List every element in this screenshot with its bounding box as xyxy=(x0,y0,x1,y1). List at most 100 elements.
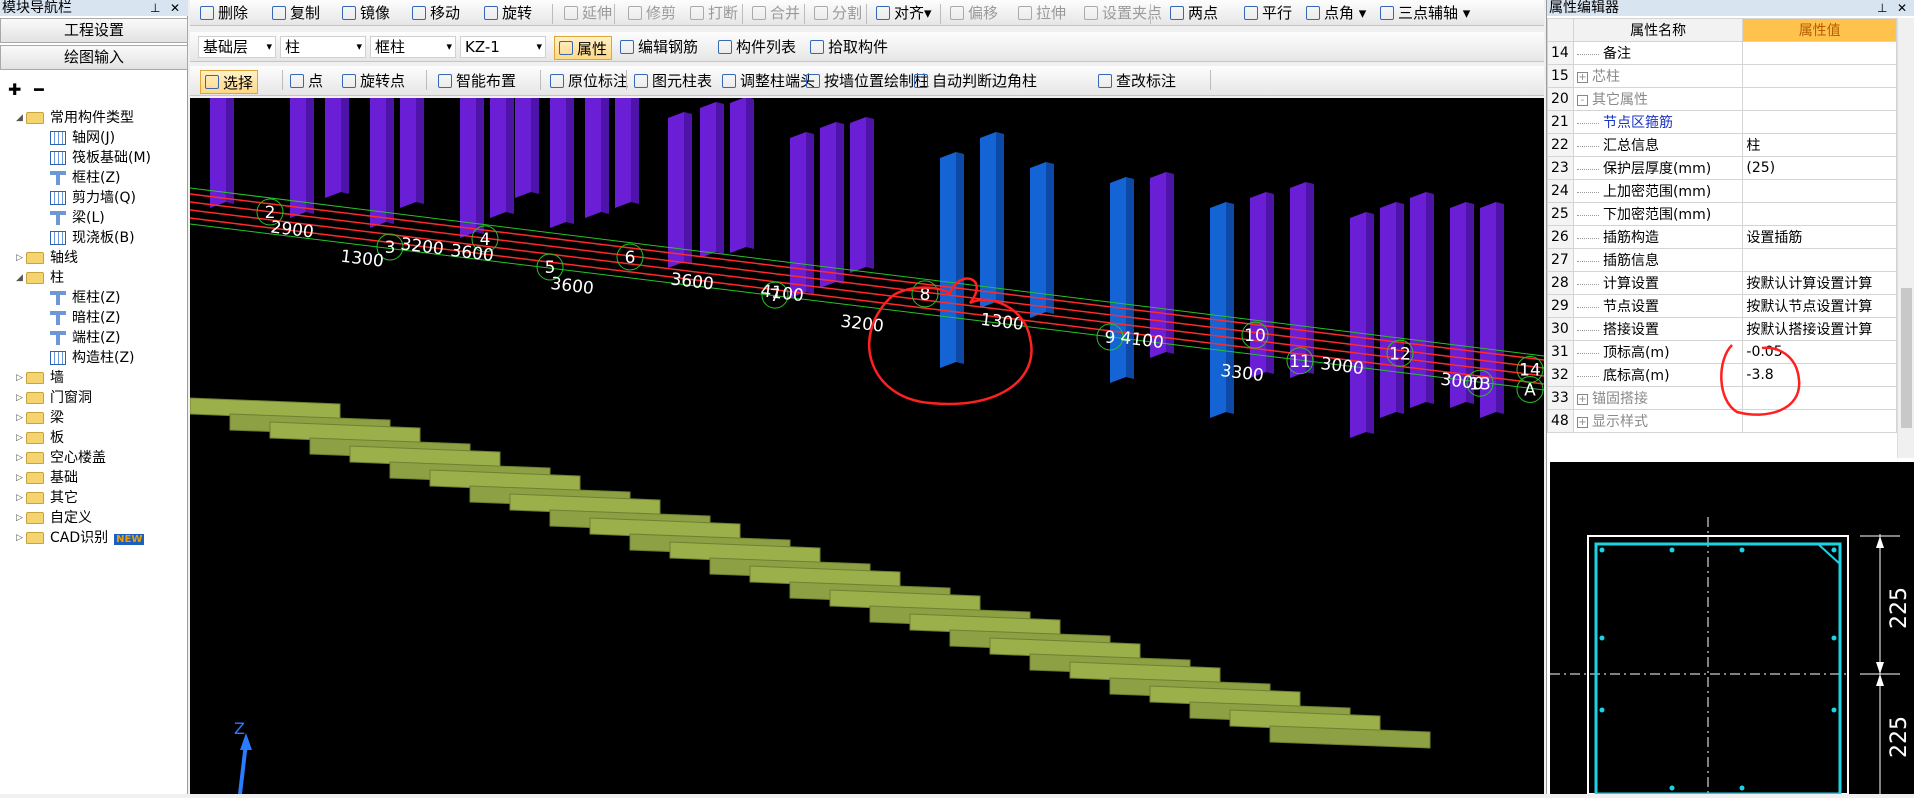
tree-item[interactable]: ▷ 门窗洞 xyxy=(16,388,92,408)
property-row[interactable]: 30 搭接设置 按默认搭接设置计算 xyxy=(1547,317,1897,341)
draw-tool-button[interactable]: 选择 xyxy=(200,70,259,94)
expand-arrow-icon[interactable]: ▷ xyxy=(16,388,26,408)
expand-icon[interactable]: + xyxy=(1576,416,1588,428)
draw-tool-button[interactable]: 原位标注 xyxy=(550,66,628,95)
pin-icon[interactable]: ⊥ xyxy=(1877,0,1887,16)
tree-item[interactable]: 暗柱(Z) xyxy=(40,308,121,328)
expand-arrow-icon[interactable]: ▷ xyxy=(16,528,26,548)
collapse-all-icon[interactable]: ━ xyxy=(34,80,44,99)
tree-item[interactable]: 现浇板(B) xyxy=(40,228,135,248)
property-row[interactable]: 28 计算设置 按默认计算设置计算 xyxy=(1547,271,1897,295)
tree-item[interactable]: 构造柱(Z) xyxy=(40,348,135,368)
expand-all-icon[interactable]: ✚ xyxy=(8,80,21,99)
tree-item[interactable]: 筏板基础(M) xyxy=(40,148,151,168)
close-icon[interactable]: ✕ xyxy=(1897,0,1907,16)
property-value[interactable]: 设置插筋 xyxy=(1742,225,1897,249)
property-scrollbar[interactable] xyxy=(1897,18,1914,458)
collapse-arrow-icon[interactable]: ◢ xyxy=(16,108,26,128)
draw-tool-button[interactable]: 点 xyxy=(290,66,323,95)
tree-item[interactable]: ▷ CAD识别 NEW xyxy=(16,528,145,548)
draw-tool-button[interactable]: 旋转点 xyxy=(342,66,405,95)
tree-item[interactable]: 梁(L) xyxy=(40,208,105,228)
toolbar-button[interactable]: 对齐▾ xyxy=(876,0,932,25)
tree-item[interactable]: 框柱(Z) xyxy=(40,168,121,188)
tree-item[interactable]: ▷ 空心楼盖 xyxy=(16,448,106,468)
3d-model-canvas[interactable]: 23 45 67 89 1011 121314A29001300 3200 36003600 3… xyxy=(190,98,1544,794)
toolbar-button[interactable]: 合并 xyxy=(752,0,800,25)
drawing-input-button[interactable]: 绘图输入 xyxy=(0,45,188,70)
tree-item[interactable]: 框柱(Z) xyxy=(40,288,121,308)
tree-item[interactable]: ▷ 轴线 xyxy=(16,248,78,268)
toolbar-button[interactable]: 拉伸 xyxy=(1018,0,1066,25)
pin-icon[interactable]: ⊥ xyxy=(150,0,160,16)
type-combo[interactable]: 框柱 xyxy=(370,36,456,58)
toolbar-button[interactable]: 镜像 xyxy=(342,0,390,25)
property-row[interactable]: 23 保护层厚度(mm) (25) xyxy=(1547,156,1897,180)
property-value[interactable] xyxy=(1742,248,1897,272)
floor-combo[interactable]: 基础层 xyxy=(198,36,276,58)
toolbar-button[interactable]: 复制 xyxy=(272,0,320,25)
property-value[interactable] xyxy=(1742,87,1897,111)
project-settings-button[interactable]: 工程设置 xyxy=(0,18,188,43)
category-combo[interactable]: 柱 xyxy=(280,36,366,58)
edit-rebar-button[interactable]: 编辑钢筋 xyxy=(620,32,698,61)
component-combo[interactable]: KZ-1 xyxy=(460,36,546,58)
draw-tool-button[interactable]: 图元柱表 xyxy=(634,66,712,95)
expand-arrow-icon[interactable]: ▷ xyxy=(16,468,26,488)
property-value[interactable]: 按默认搭接设置计算 xyxy=(1742,317,1897,341)
property-row[interactable]: 14 备注 xyxy=(1547,41,1897,65)
property-value[interactable]: (25) xyxy=(1742,156,1897,180)
property-value[interactable] xyxy=(1742,179,1897,203)
property-row[interactable]: 20- 其它属性 xyxy=(1547,87,1897,111)
toolbar-button[interactable]: 修剪 xyxy=(628,0,676,25)
property-value[interactable] xyxy=(1742,202,1897,226)
property-row[interactable]: 27 插筋信息 xyxy=(1547,248,1897,272)
property-row[interactable]: 24 上加密范围(mm) xyxy=(1547,179,1897,203)
property-value[interactable] xyxy=(1742,64,1897,88)
draw-tool-button[interactable]: 按墙位置绘制柱 xyxy=(806,66,929,95)
expand-arrow-icon[interactable]: ▷ xyxy=(16,248,26,268)
scrollbar-thumb[interactable] xyxy=(1901,288,1912,428)
property-row[interactable]: 15 + 芯柱 xyxy=(1547,64,1897,88)
draw-tool-button[interactable]: 智能布置 xyxy=(438,66,516,95)
toolbar-button[interactable]: 两点 xyxy=(1170,0,1218,25)
expand-arrow-icon[interactable]: ▷ xyxy=(16,448,26,468)
property-value[interactable]: 按默认计算设置计算 xyxy=(1742,271,1897,295)
toolbar-button[interactable]: 删除 xyxy=(200,0,248,25)
toolbar-button[interactable]: 分割 xyxy=(814,0,862,25)
expand-arrow-icon[interactable]: ▷ xyxy=(16,488,26,508)
property-row[interactable]: 29 节点设置 按默认节点设置计算 xyxy=(1547,294,1897,318)
expand-arrow-icon[interactable]: ▷ xyxy=(16,408,26,428)
toolbar-button[interactable]: 移动 xyxy=(412,0,460,25)
expand-icon[interactable]: + xyxy=(1576,393,1588,405)
collapse-arrow-icon[interactable]: ◢ xyxy=(16,268,26,288)
tree-item[interactable]: ▷ 墙 xyxy=(16,368,64,388)
tree-item[interactable]: ◢ 常用构件类型 xyxy=(16,108,134,128)
toolbar-button[interactable]: 平行 xyxy=(1244,0,1292,25)
toolbar-button[interactable]: 点角 ▾ xyxy=(1306,0,1366,25)
tree-item[interactable]: 剪力墙(Q) xyxy=(40,188,136,208)
tree-item[interactable]: ◢ 柱 xyxy=(16,268,64,288)
component-list-button[interactable]: 构件列表 xyxy=(718,32,796,61)
3d-viewport[interactable]: 2 3 4 5 6 7 8 9 10 11 12 13 14 A 2900 1300 3200 3600 3600 3… xyxy=(190,98,1544,794)
property-value[interactable] xyxy=(1742,110,1897,134)
expand-arrow-icon[interactable]: ▷ xyxy=(16,368,26,388)
toolbar-button[interactable]: 延伸 xyxy=(564,0,612,25)
properties-button[interactable]: 属性 xyxy=(554,36,613,60)
property-row[interactable]: 26 插筋构造 设置插筋 xyxy=(1547,225,1897,249)
close-icon[interactable]: ✕ xyxy=(170,0,180,16)
property-value[interactable]: 按默认节点设置计算 xyxy=(1742,294,1897,318)
toolbar-button[interactable]: 三点辅轴 ▾ xyxy=(1380,0,1470,25)
collapse-icon[interactable]: - xyxy=(1576,94,1588,106)
tree-item[interactable]: 轴网(J) xyxy=(40,128,115,148)
pick-component-button[interactable]: 拾取构件 xyxy=(810,32,888,61)
property-row[interactable]: 22 汇总信息 柱 xyxy=(1547,133,1897,157)
draw-tool-button[interactable]: 调整柱端头 xyxy=(722,66,815,95)
expand-arrow-icon[interactable]: ▷ xyxy=(16,428,26,448)
toolbar-button[interactable]: 偏移 xyxy=(950,0,998,25)
property-value[interactable] xyxy=(1742,41,1897,65)
tree-item[interactable]: 端柱(Z) xyxy=(40,328,121,348)
tree-item[interactable]: ▷ 其它 xyxy=(16,488,78,508)
property-value[interactable]: 柱 xyxy=(1742,133,1897,157)
property-row[interactable]: 21 节点区箍筋 xyxy=(1547,110,1897,134)
